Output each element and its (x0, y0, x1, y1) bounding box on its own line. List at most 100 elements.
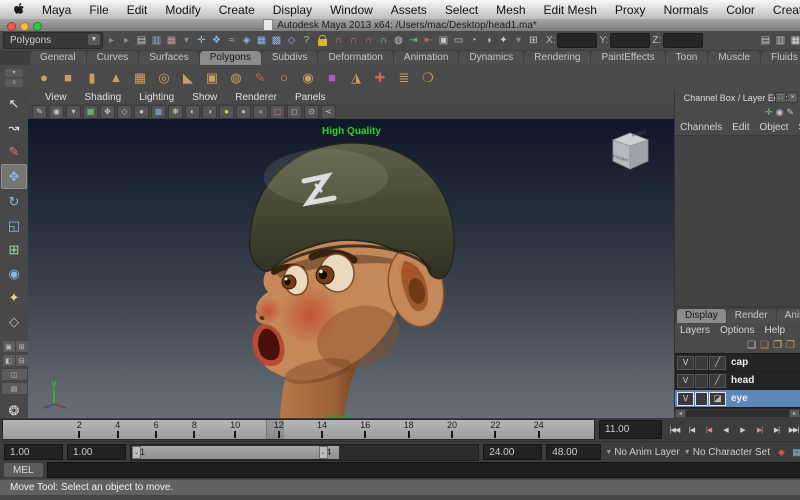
layer-editor-tab[interactable]: Display (677, 309, 726, 323)
show-manipulator-tool[interactable]: ✦ (2, 286, 26, 309)
menu-item[interactable]: Assets (382, 3, 436, 17)
menu-item[interactable]: File (80, 3, 117, 17)
last-tool-used[interactable]: ◇ (2, 310, 26, 333)
channel-box-menu-item[interactable]: Object (755, 122, 794, 133)
shelf-tab[interactable]: Muscle (708, 51, 760, 65)
view-cube[interactable]: FRONT RIGHT (605, 127, 655, 175)
layout-single-pane-button[interactable]: ▣ (2, 340, 16, 353)
select-mask-misc-icon[interactable]: ◇ (284, 33, 299, 48)
select-tool[interactable]: ↖ (2, 92, 26, 115)
new-layer-from-selected-icon[interactable]: ❐ (786, 340, 795, 351)
rotate-tool[interactable]: ↻ (2, 190, 26, 213)
wireframe-mode-icon[interactable]: ◇ (117, 105, 132, 119)
show-tool-settings-icon[interactable]: ▥ (773, 33, 788, 48)
viewport-menu-item[interactable]: Panels (286, 92, 335, 103)
isolate-select-icon[interactable]: ▢ (270, 105, 285, 119)
poly-platonic-icon[interactable]: ◍ (224, 67, 248, 89)
two-d-pan-zoom-icon[interactable]: ✥ (100, 105, 115, 119)
play-backwards-button[interactable]: ◀ (717, 422, 734, 438)
playback-start-field[interactable]: 1.00 (67, 444, 126, 460)
playback-end-field[interactable]: 24.00 (483, 444, 542, 460)
poly-wedge-icon[interactable]: ◮ (344, 67, 368, 89)
image-plane-icon[interactable]: ▦ (83, 105, 98, 119)
layout-four-pane-button[interactable]: ⊞ (15, 340, 29, 353)
menu-item[interactable]: Normals (655, 3, 718, 17)
select-hierarchy-icon[interactable]: ✛ (194, 33, 209, 48)
shelf-tab[interactable]: General (30, 51, 86, 65)
section-arrow[interactable]: ▸ (104, 33, 119, 48)
bookmark-icon[interactable]: ▾ (66, 105, 81, 119)
head[interactable]: V ╱ head (675, 372, 800, 390)
shaded-mode-icon[interactable]: ● (134, 105, 149, 119)
character-set-dropdown[interactable]: ▼ No Character Set (684, 447, 770, 458)
shelf-tab[interactable]: Animation (394, 51, 458, 65)
viewport-menu-item[interactable]: Lighting (130, 92, 183, 103)
shelf-tab[interactable]: Dynamics (459, 51, 523, 65)
lasso-select-tool[interactable]: ↝ (2, 116, 26, 139)
menu-item[interactable]: Proxy (606, 3, 655, 17)
shelf-tab[interactable]: Surfaces (139, 51, 198, 65)
poly-cone-icon[interactable]: ▲ (104, 67, 128, 89)
menu-item[interactable]: Modify (156, 3, 209, 17)
render-current-frame-icon[interactable]: ◔ (466, 33, 481, 48)
layer-editor-tab[interactable]: Anim (777, 309, 800, 323)
subdiv-proxy-icon[interactable]: ◉ (296, 67, 320, 89)
menu-item[interactable]: Select (436, 3, 487, 17)
eye[interactable]: V ◪ eye (675, 390, 800, 408)
make-live-icon[interactable]: ◍ (391, 33, 406, 48)
animation-preferences-icon[interactable]: ▦ (789, 445, 800, 459)
animation-start-field[interactable]: 1.00 (4, 444, 63, 460)
textured-mode-icon[interactable]: ▩ (151, 105, 166, 119)
quick-selection-icon[interactable]: ⊞ (526, 33, 541, 48)
delete-layer-icon[interactable]: ❏ (760, 340, 769, 351)
material-ball-icon[interactable]: ● (236, 105, 251, 119)
time-slider[interactable]: 2 4 6 8 10 (2, 419, 595, 440)
poly-extrude-icon[interactable]: ≣ (392, 67, 416, 89)
range-end-handle[interactable]: ⌄ (319, 446, 328, 459)
new-scene-icon[interactable]: ▤ (134, 33, 149, 48)
cap[interactable]: V ╱ cap (675, 354, 800, 372)
edit-layer-icon[interactable]: ❏ (747, 340, 756, 351)
shelf-tab[interactable]: Curves (87, 51, 139, 65)
menu-item[interactable]: Edit (118, 3, 157, 17)
layer-playback-toggle[interactable] (695, 374, 708, 388)
select-mask-points-icon[interactable]: ◈ (239, 33, 254, 48)
z-coordinate-field[interactable] (663, 33, 703, 48)
layer-editor-tab[interactable]: Render (727, 309, 776, 323)
show-channel-box-icon[interactable]: ▦ (788, 33, 800, 48)
layer-display-type-toggle[interactable]: ╱ (709, 356, 726, 370)
shelf-tab[interactable]: Deformation (318, 51, 392, 65)
playback-range-bar[interactable]: 1 24 (132, 446, 339, 459)
step-back-frame-button[interactable]: |◀ (683, 422, 700, 438)
grease-pencil-icon[interactable]: ✎ (32, 105, 47, 119)
all-lights-icon[interactable]: ❋ (168, 105, 183, 119)
auto-keyframe-toggle[interactable]: ◆ (774, 445, 789, 459)
layout-persp-outliner-button[interactable]: ◫ (1, 368, 28, 381)
lock-selection-icon[interactable] (315, 33, 330, 48)
default-material-icon[interactable]: ● (219, 105, 234, 119)
highlight-selection-icon[interactable]: ? (299, 33, 314, 48)
occlusion-icon[interactable]: ◑ (202, 105, 217, 119)
viewport-menu-item[interactable]: View (36, 92, 76, 103)
anim-layer-dropdown[interactable]: ▼ No Anim Layer (605, 447, 680, 458)
poly-combine-icon[interactable]: ❍ (416, 67, 440, 89)
open-scene-icon[interactable]: ▥ (149, 33, 164, 48)
output-connections-icon[interactable]: ⇤ (421, 33, 436, 48)
range-start-handle[interactable]: ⌄ (132, 446, 141, 459)
shelf-tab[interactable]: Fluids (761, 51, 800, 65)
sculpt-geometry-icon[interactable]: ✎ (248, 67, 272, 89)
shelf-tab-arrow[interactable]: ▾ (5, 69, 23, 77)
move-tool[interactable]: ✥ (1, 164, 27, 189)
channel-box-menu-item[interactable]: Channels (675, 122, 727, 133)
panel-float-button[interactable]: □ (775, 92, 786, 103)
shelf-tab[interactable]: Rendering (524, 51, 590, 65)
channel-box-menu-item[interactable]: Show (793, 122, 800, 133)
layout-hypershade-button[interactable]: ▤ (1, 382, 28, 395)
exposure-icon[interactable]: ≺ (321, 105, 336, 119)
layer-visibility-toggle[interactable]: V (677, 392, 694, 406)
character-model[interactable] (28, 119, 675, 418)
layout-two-pane-side-button[interactable]: ◧ (2, 354, 16, 367)
menu-item[interactable]: Create UVs (764, 3, 800, 17)
snap-point-icon[interactable]: ∩ (361, 33, 376, 48)
snap-grid-icon[interactable]: ∩ (331, 33, 346, 48)
